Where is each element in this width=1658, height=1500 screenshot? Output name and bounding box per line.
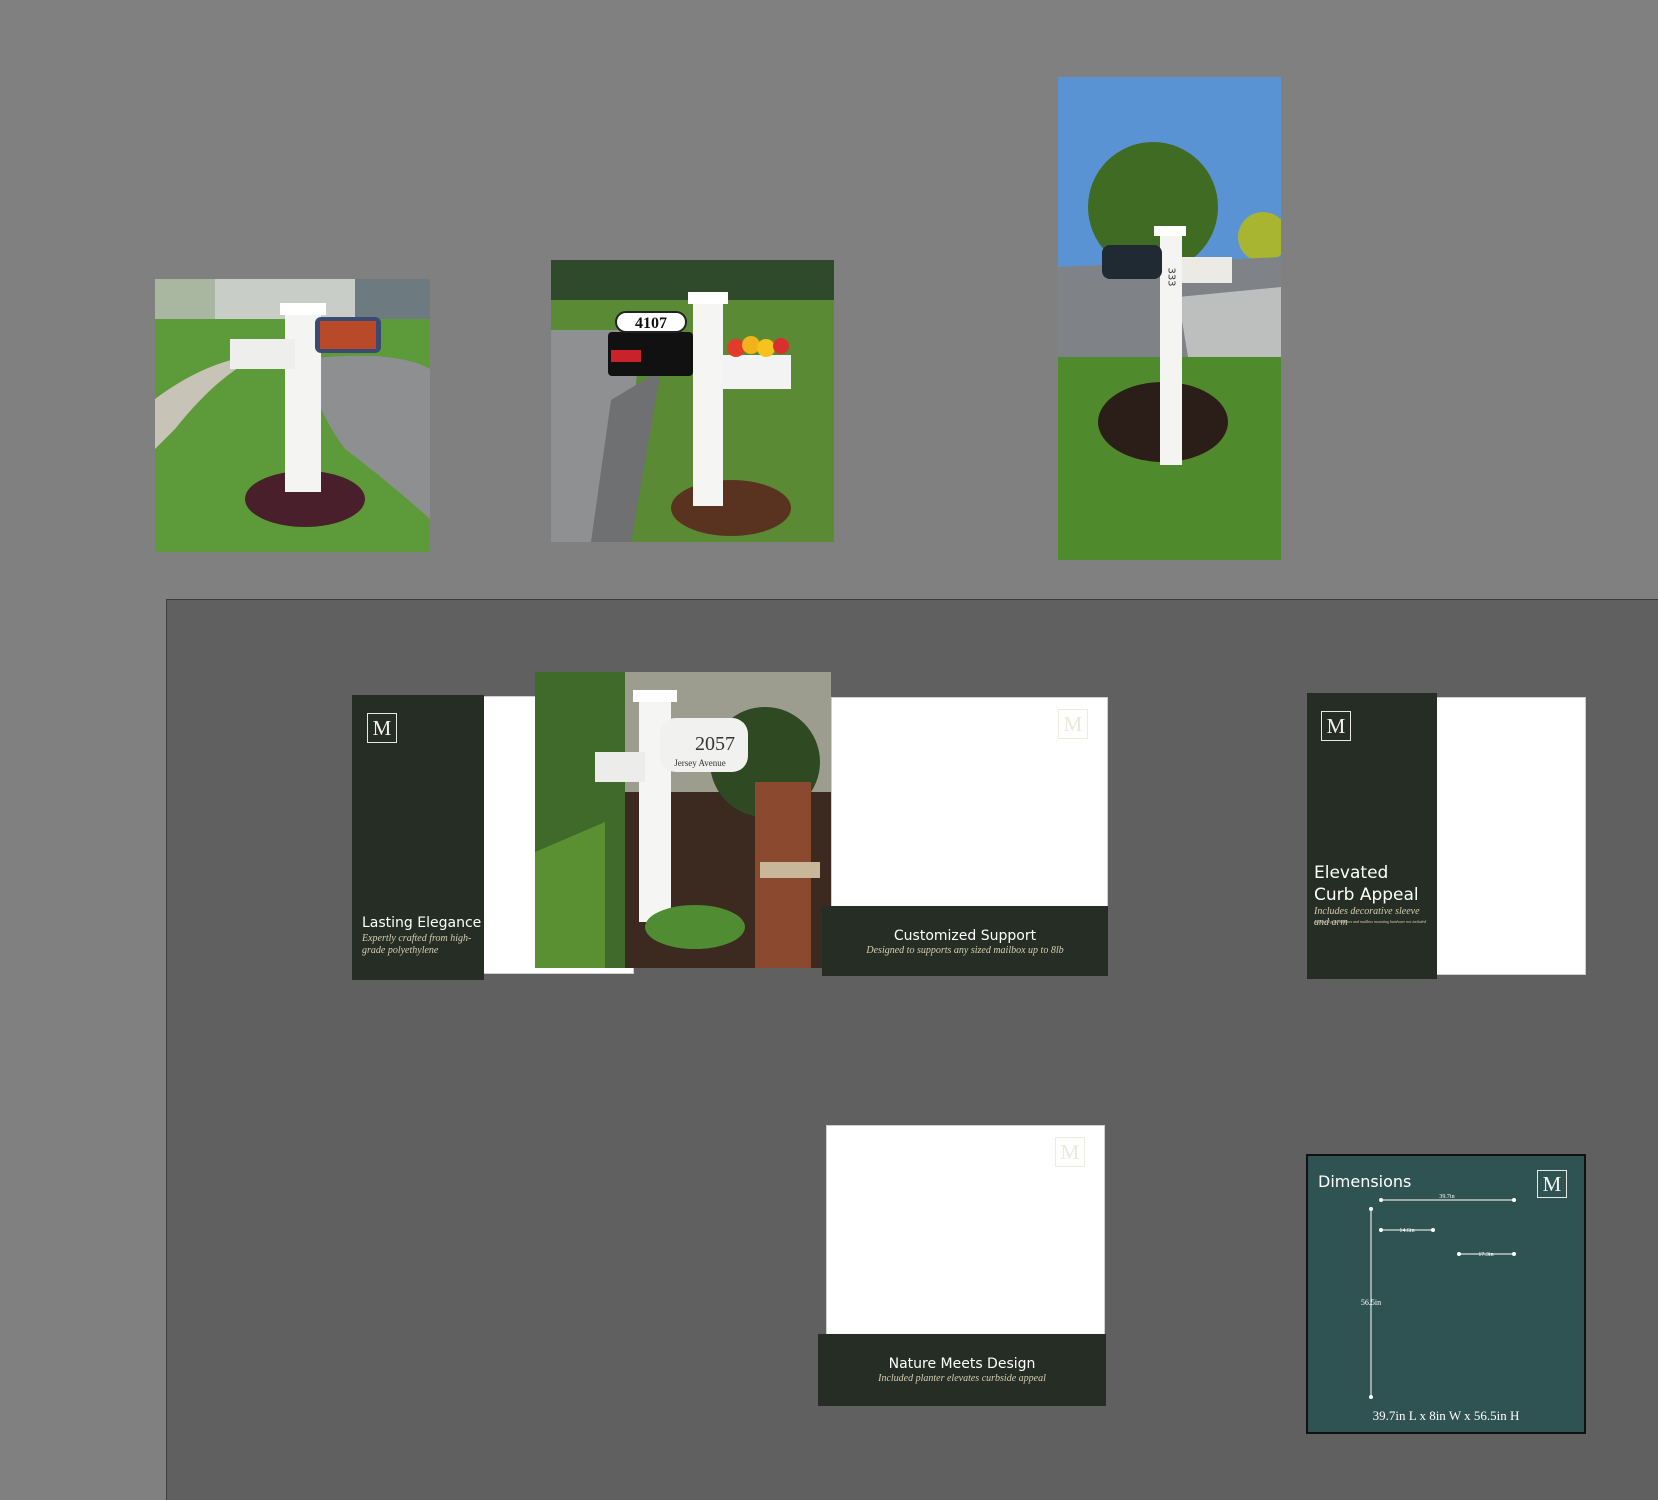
lasting-elegance-title: Lasting Elegance [362, 915, 482, 931]
arm-width-label: 14.6in [1399, 1228, 1414, 1234]
house-number-plate: 4107 [635, 315, 667, 332]
post-numbers: 333 [1166, 267, 1177, 286]
mailbox-photo-2[interactable]: 4107 [551, 260, 834, 542]
lasting-elegance-subtitle: Expertly crafted from high-grade polyeth… [362, 933, 472, 956]
brand-logo-icon: M [1321, 711, 1351, 741]
customized-support-subtitle: Designed to supports any sized mailbox u… [866, 945, 1064, 956]
elevated-title-line1: Elevated [1314, 863, 1389, 883]
brand-logo-faint-icon: M [1058, 709, 1088, 739]
elevated-title-line2: Curb Appeal [1314, 885, 1419, 905]
nature-design-subtitle: Included planter elevates curbside appea… [878, 1373, 1046, 1384]
planter-width-label: 17.3in [1478, 1252, 1493, 1258]
top-width-label: 39.7in [1439, 1194, 1454, 1200]
brand-logo-faint-icon: M [1055, 1137, 1085, 1167]
customized-support-title: Customized Support [893, 928, 1037, 944]
dimension-diagram: 39.7in 14.6in 17.3in 56.5in [1361, 1194, 1516, 1399]
mailbox-photo-1[interactable] [155, 279, 430, 552]
elevated-subtitle: Includes decorative sleeve and arm [1314, 906, 1420, 928]
mailbox-photo-3[interactable]: 333 [1058, 77, 1281, 560]
nature-design-title: Nature Meets Design [888, 1356, 1036, 1372]
address-street: Jersey Avenue [674, 758, 726, 768]
dimensions-summary: 39.7in L x 8in W x 56.5in H [1372, 1408, 1520, 1423]
elevated-fineprint: 4x4 wood post, mailbox and mailbox mount… [1314, 919, 1427, 924]
address-number: 2057 [695, 733, 735, 755]
mailbox-house-photo[interactable]: 2057 Jersey Avenue [535, 672, 831, 968]
height-label: 56.5in [1361, 1298, 1381, 1307]
brand-logo-icon: M [367, 713, 397, 743]
